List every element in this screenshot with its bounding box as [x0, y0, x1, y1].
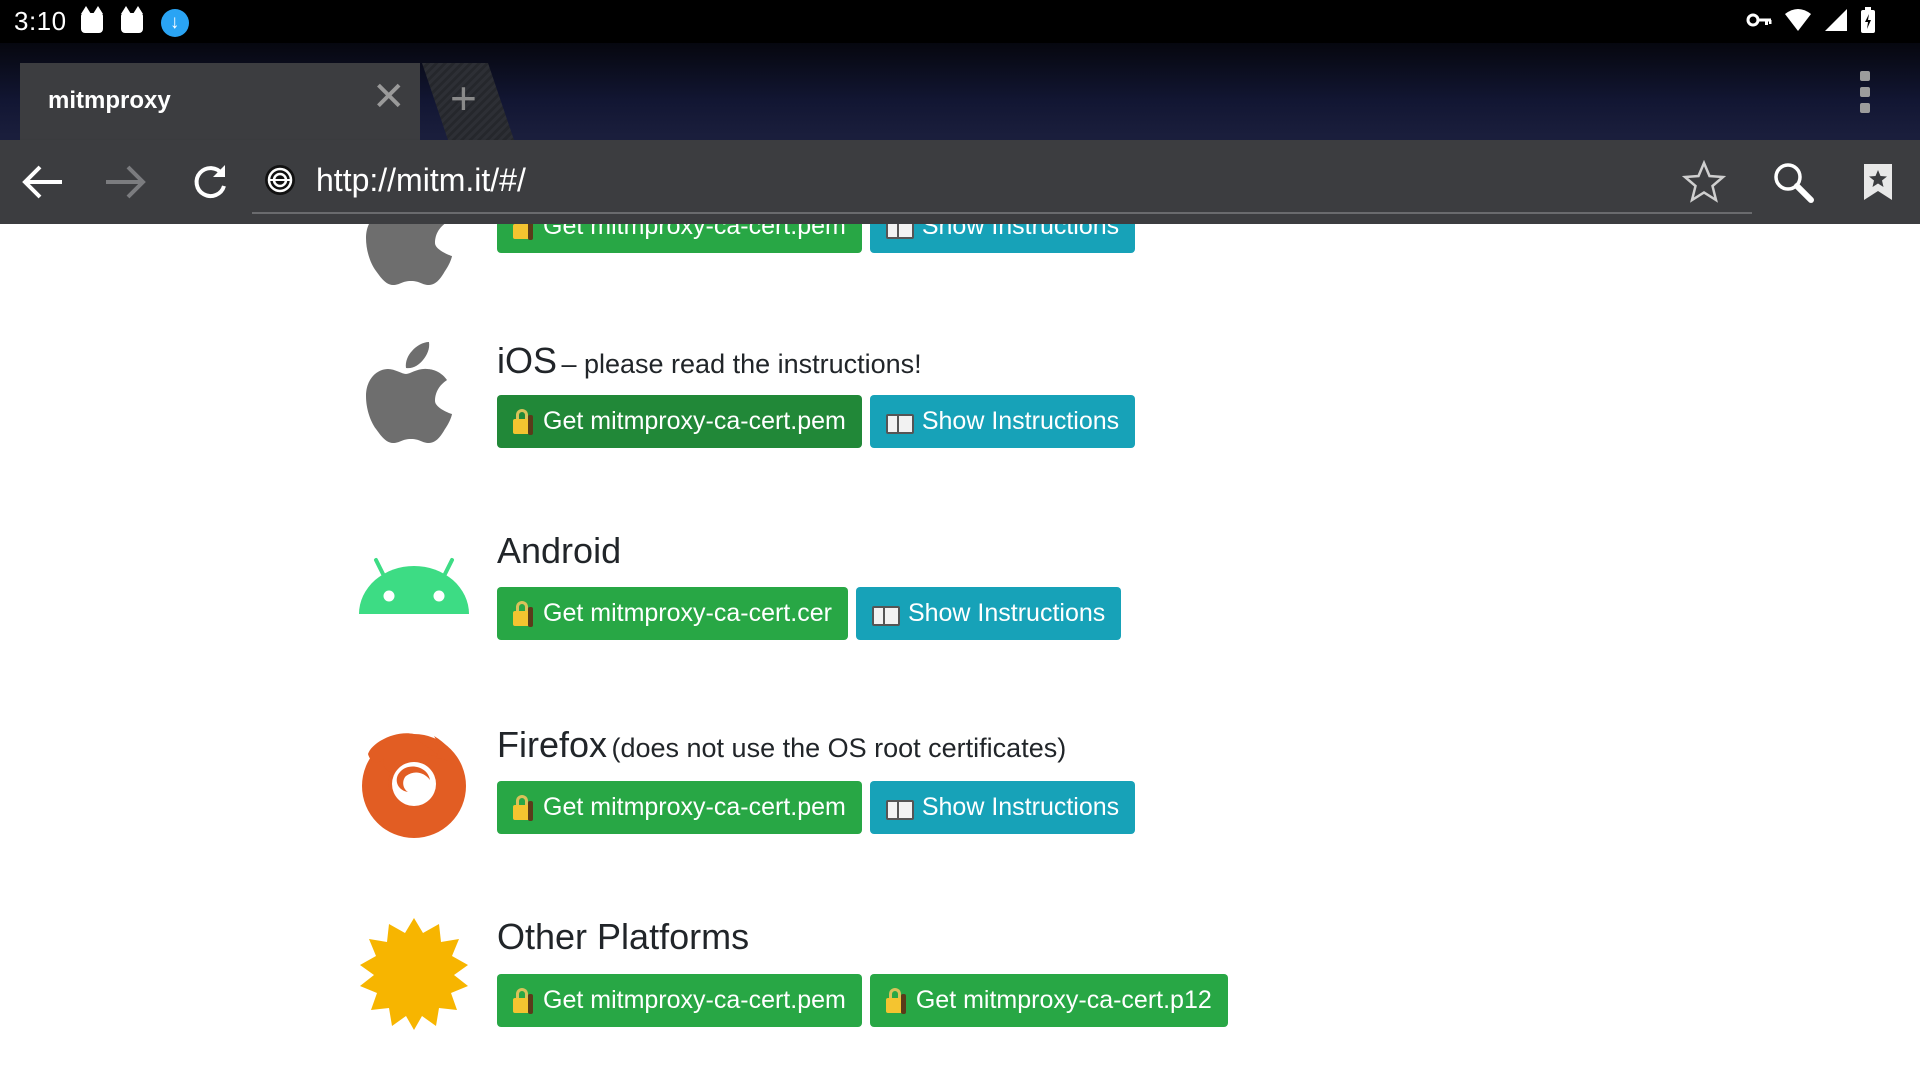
- lock-icon: [513, 987, 533, 1014]
- platform-note: (does not use the OS root certificates): [611, 733, 1067, 763]
- reload-icon: [194, 165, 226, 199]
- forward-arrow-icon: [106, 165, 146, 199]
- address-bar[interactable]: http://mitm.it/#/: [252, 148, 1752, 214]
- star-icon: [1682, 160, 1726, 203]
- lock-icon: [513, 794, 533, 821]
- platform-note: – please read the instructions!: [561, 349, 922, 379]
- button-label: Show Instructions: [921, 793, 1120, 821]
- status-bar: 3:10 ↓: [0, 0, 1920, 43]
- android-icon: [359, 558, 469, 614]
- forward-button[interactable]: [98, 154, 154, 210]
- book-icon: [885, 798, 914, 820]
- platform-name: Firefox: [497, 724, 608, 765]
- plus-icon: +: [450, 72, 477, 124]
- sun-badge-icon: [360, 918, 468, 1030]
- overflow-menu-icon[interactable]: [1860, 71, 1872, 119]
- platform-name: Other Platforms: [497, 916, 750, 957]
- download-icon: ↓: [160, 8, 189, 37]
- platform-title: Other Platforms: [497, 916, 749, 958]
- book-icon: [885, 224, 914, 239]
- tab-title: mitmproxy: [48, 87, 171, 114]
- search-icon: [1774, 163, 1814, 203]
- platform-name: iOS: [497, 340, 558, 381]
- bookmarks-button[interactable]: [1850, 154, 1906, 210]
- new-tab-button[interactable]: +: [422, 63, 514, 140]
- back-arrow-icon: [22, 165, 62, 199]
- platform-title: Firefox (does not use the OS root certif…: [497, 724, 1066, 766]
- status-time: 3:10: [14, 6, 67, 36]
- cat-icon: [80, 5, 107, 35]
- page-content: Get mitmproxy-ca-cert.pem Show Instructi…: [0, 224, 1920, 1080]
- button-label: Get mitmproxy-ca-cert.cer: [543, 599, 832, 627]
- search-button[interactable]: [1765, 154, 1821, 210]
- lock-icon: [513, 224, 533, 240]
- button-label: Show Instructions: [921, 224, 1120, 240]
- show-instructions-button[interactable]: Show Instructions: [869, 395, 1136, 448]
- browser-toolbar: http://mitm.it/#/: [0, 140, 1920, 224]
- url-text[interactable]: http://mitm.it/#/: [316, 162, 526, 199]
- lock-icon: [513, 408, 533, 435]
- button-label: Show Instructions: [921, 407, 1120, 435]
- apple-icon: [366, 342, 452, 443]
- download-cert-button[interactable]: Get mitmproxy-ca-cert.pem: [497, 224, 862, 253]
- firefox-icon: [362, 733, 466, 838]
- back-button[interactable]: [14, 154, 70, 210]
- browser-tab[interactable]: mitmproxy ✕: [20, 63, 420, 140]
- button-label: Get mitmproxy-ca-cert.pem: [543, 224, 846, 240]
- button-label: Get mitmproxy-ca-cert.pem: [543, 793, 846, 821]
- platform-buttons: Get mitmproxy-ca-cert.cer Show Instructi…: [497, 587, 1122, 640]
- button-label: Get mitmproxy-ca-cert.pem: [543, 407, 846, 435]
- book-icon: [885, 412, 914, 434]
- download-cert-p12-button[interactable]: Get mitmproxy-ca-cert.p12: [869, 974, 1228, 1027]
- battery-icon: [1861, 7, 1875, 33]
- platform-name: Android: [497, 530, 622, 571]
- platform-buttons: Get mitmproxy-ca-cert.pem Show Instructi…: [497, 224, 1136, 253]
- show-instructions-button[interactable]: Show Instructions: [855, 587, 1122, 640]
- button-label: Show Instructions: [907, 599, 1106, 627]
- signal-icon: [1825, 9, 1847, 31]
- button-label: Get mitmproxy-ca-cert.pem: [543, 986, 846, 1014]
- bookmark-star-button[interactable]: [1676, 154, 1732, 210]
- show-instructions-button[interactable]: Show Instructions: [869, 781, 1136, 834]
- bookmark-icon: [1864, 164, 1892, 200]
- book-icon: [871, 604, 900, 626]
- download-cert-button[interactable]: Get mitmproxy-ca-cert.pem: [497, 395, 862, 448]
- close-tab-icon[interactable]: ✕: [372, 77, 406, 117]
- download-cert-button[interactable]: Get mitmproxy-ca-cert.cer: [497, 587, 848, 640]
- vpn-key-icon: [1746, 13, 1772, 27]
- mitmproxy-favicon-icon: [265, 165, 295, 195]
- download-cert-pem-button[interactable]: Get mitmproxy-ca-cert.pem: [497, 974, 862, 1027]
- platform-title: iOS – please read the instructions!: [497, 340, 922, 382]
- lock-icon: [513, 600, 533, 627]
- lock-icon: [885, 987, 906, 1014]
- show-instructions-button[interactable]: Show Instructions: [869, 224, 1136, 253]
- apple-icon: [366, 224, 452, 285]
- platform-buttons: Get mitmproxy-ca-cert.pem Show Instructi…: [497, 395, 1136, 448]
- button-label: Get mitmproxy-ca-cert.p12: [915, 986, 1212, 1014]
- reload-button[interactable]: [182, 154, 238, 210]
- download-cert-button[interactable]: Get mitmproxy-ca-cert.pem: [497, 781, 862, 834]
- platform-title: Android: [497, 530, 621, 572]
- wifi-icon: [1785, 9, 1811, 31]
- tab-strip: mitmproxy ✕ +: [0, 43, 1920, 140]
- platform-buttons: Get mitmproxy-ca-cert.pem Show Instructi…: [497, 781, 1136, 834]
- cat-icon: [120, 5, 147, 35]
- platform-buttons: Get mitmproxy-ca-cert.pem Get mitmproxy-…: [497, 974, 1228, 1027]
